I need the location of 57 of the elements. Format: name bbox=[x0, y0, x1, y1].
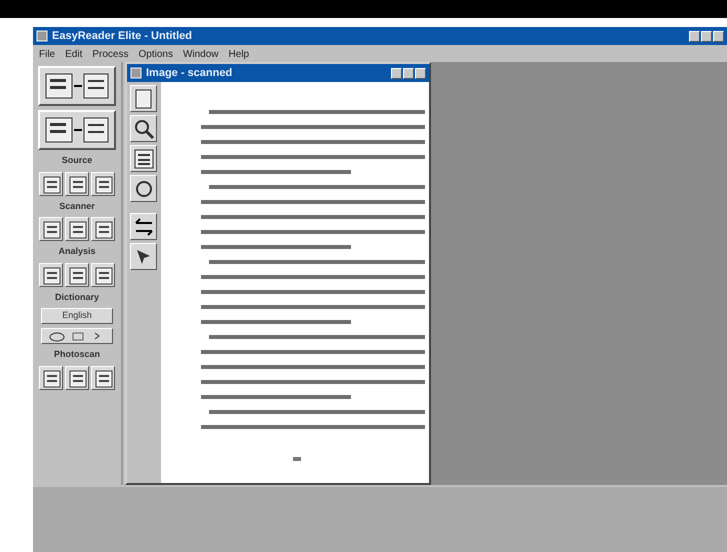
document-icon bbox=[93, 264, 113, 284]
window-title: Image - scanned bbox=[146, 66, 232, 81]
tool-button[interactable] bbox=[65, 366, 89, 390]
menu-item[interactable]: File bbox=[39, 47, 56, 60]
tool-button[interactable] bbox=[91, 262, 115, 286]
list-icon bbox=[132, 147, 155, 170]
tool-button[interactable] bbox=[65, 217, 89, 241]
maximize-button[interactable] bbox=[701, 30, 712, 42]
section-label: Scanner bbox=[59, 200, 95, 212]
document-icon bbox=[67, 174, 87, 194]
close-button[interactable] bbox=[415, 68, 426, 78]
document-icon bbox=[41, 174, 61, 194]
tool-button[interactable] bbox=[38, 66, 116, 106]
menu-item[interactable]: Edit bbox=[65, 47, 82, 60]
minimize-button[interactable] bbox=[689, 30, 700, 42]
document-icon bbox=[41, 368, 61, 388]
magnifier-icon bbox=[132, 117, 155, 140]
maximize-button[interactable] bbox=[403, 68, 414, 78]
language-button[interactable]: English bbox=[41, 308, 113, 324]
document-icon bbox=[93, 368, 113, 388]
section-label: Analysis bbox=[58, 245, 96, 258]
document-icon bbox=[93, 219, 113, 239]
app-icon bbox=[36, 30, 48, 42]
tool-button[interactable] bbox=[38, 110, 116, 150]
document-icon bbox=[67, 368, 87, 388]
tool-button[interactable] bbox=[91, 217, 115, 241]
tool-button[interactable] bbox=[91, 366, 115, 390]
menu-item[interactable]: Help bbox=[228, 47, 250, 60]
menu-item[interactable]: Process bbox=[92, 47, 128, 60]
window-title: EasyReader Elite - Untitled bbox=[52, 28, 192, 44]
menu-item[interactable]: Options bbox=[138, 47, 173, 60]
tool-button[interactable] bbox=[130, 115, 157, 142]
document-icon bbox=[93, 174, 113, 194]
tool-button[interactable] bbox=[39, 217, 63, 241]
tool-button[interactable] bbox=[65, 172, 89, 196]
section-label: Dictionary bbox=[54, 290, 99, 304]
close-button[interactable] bbox=[713, 30, 724, 42]
minimize-button[interactable] bbox=[391, 68, 402, 78]
tool-button[interactable] bbox=[130, 85, 157, 112]
document-icon bbox=[41, 264, 61, 284]
tool-button[interactable] bbox=[39, 172, 63, 196]
section-label: Source bbox=[62, 154, 92, 167]
menu-item[interactable]: Window bbox=[182, 47, 219, 60]
tool-button[interactable] bbox=[41, 328, 113, 344]
section-label: Photoscan bbox=[54, 348, 100, 361]
tool-button[interactable] bbox=[130, 213, 157, 240]
tool-button[interactable] bbox=[39, 262, 63, 286]
tool-button[interactable] bbox=[130, 243, 157, 270]
tool-button[interactable] bbox=[91, 172, 115, 196]
tool-button[interactable] bbox=[39, 366, 63, 390]
document-icon bbox=[67, 264, 87, 284]
tool-button[interactable] bbox=[65, 262, 89, 286]
tool-button[interactable] bbox=[130, 145, 157, 172]
document-icon bbox=[41, 219, 61, 239]
document-icon bbox=[67, 219, 87, 239]
tool-button[interactable] bbox=[130, 175, 157, 202]
app-icon bbox=[130, 67, 142, 79]
